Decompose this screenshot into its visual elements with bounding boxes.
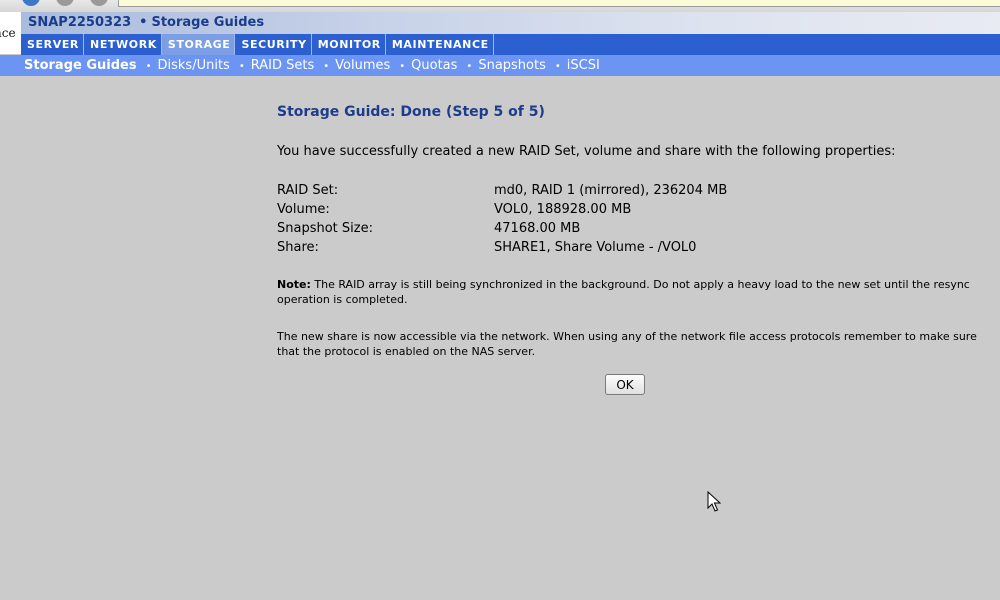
logo: nce	[0, 12, 21, 54]
property-label: RAID Set:	[277, 183, 339, 198]
property-row: Snapshot Size: 47168.00 MB	[277, 219, 727, 238]
property-row: Share: SHARE1, Share Volume - /VOL0	[277, 238, 727, 257]
server-name: SNAP2250323	[28, 15, 132, 30]
property-value: md0, RAID 1 (mirrored), 236204 MB	[494, 183, 728, 198]
nav-bullet: •	[323, 61, 330, 72]
page-section-title: Storage Guides	[151, 15, 265, 30]
property-label: Volume:	[277, 202, 330, 217]
nav-bullet: •	[145, 61, 152, 72]
subnav-iscsi[interactable]: iSCSI	[567, 58, 600, 73]
tab-network[interactable]: NETWORK	[84, 34, 162, 55]
tab-maintenance[interactable]: MAINTENANCE	[386, 34, 494, 55]
property-value: VOL0, 188928.00 MB	[494, 202, 632, 217]
property-row: RAID Set: md0, RAID 1 (mirrored), 236204 …	[277, 181, 727, 200]
subnav-snapshots[interactable]: Snapshots	[478, 58, 546, 73]
nav-bullet: •	[399, 61, 406, 72]
guide-heading: Storage Guide: Done (Step 5 of 5)	[277, 104, 545, 120]
subnav-volumes[interactable]: Volumes	[335, 58, 390, 73]
note-label: Note:	[277, 278, 311, 291]
nav-bullet: •	[238, 61, 245, 72]
tab-server[interactable]: SERVER	[21, 34, 85, 55]
subnav-raid-sets[interactable]: RAID Sets	[251, 58, 315, 73]
property-label: Share:	[277, 240, 319, 255]
tab-monitor[interactable]: MONITOR	[312, 34, 386, 55]
subnav-disks-units[interactable]: Disks/Units	[158, 58, 230, 73]
title-bar: SNAP2250323 • Storage Guides	[21, 12, 1000, 34]
property-label: Snapshot Size:	[277, 221, 373, 236]
intro-text: You have successfully created a new RAID…	[277, 144, 896, 159]
tab-storage[interactable]: STORAGE	[161, 34, 236, 55]
sync-note: Note: The RAID array is still being sync…	[277, 277, 977, 307]
sub-nav: Storage Guides • Disks/Units • RAID Sets • Vol…	[0, 55, 1000, 76]
property-row: Volume: VOL0, 188928.00 MB	[277, 200, 727, 219]
property-value: SHARE1, Share Volume - /VOL0	[494, 240, 697, 255]
nav-bullet: •	[554, 61, 561, 72]
subnav-quotas[interactable]: Quotas	[411, 58, 457, 73]
nav-bullet: •	[466, 61, 473, 72]
main-nav: SERVER NETWORK STORAGE SECURITY MONITOR MAINT…	[21, 34, 1000, 55]
property-value: 47168.00 MB	[494, 221, 581, 236]
stop-icon[interactable]	[56, 0, 74, 6]
page-icon[interactable]	[90, 0, 108, 6]
page: nce SNAP2250323•Storage Guides SERVERNET…	[0, 0, 1000, 600]
properties-list: RAID Set: md0, RAID 1 (mirrored), 236204 …	[277, 181, 727, 257]
title-separator: •	[139, 15, 148, 30]
ok-button[interactable]: OK	[605, 374, 645, 395]
tab-security[interactable]: SECURITY	[235, 34, 312, 55]
address-bar[interactable]	[118, 0, 1000, 7]
subnav-storage-guides[interactable]: Storage Guides	[24, 58, 137, 73]
access-note: The new share is now accessible via the …	[277, 330, 977, 358]
mouse-cursor-icon	[707, 491, 721, 512]
back-icon[interactable]	[22, 0, 40, 6]
note-text: The RAID array is still being synchroniz…	[277, 278, 970, 306]
